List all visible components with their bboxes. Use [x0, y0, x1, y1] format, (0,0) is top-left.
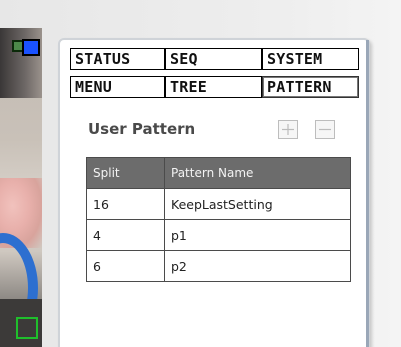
- table-row[interactable]: 16 KeepLastSetting: [86, 188, 351, 220]
- pattern-name-cell: p1: [164, 219, 351, 251]
- tab-pattern[interactable]: PATTERN: [262, 76, 359, 98]
- split-cell: 6: [86, 250, 165, 282]
- split-cell: 16: [86, 188, 165, 220]
- camera-preview: [0, 28, 42, 347]
- tab-seq[interactable]: SEQ: [165, 48, 262, 70]
- remove-pattern-button[interactable]: [315, 120, 335, 139]
- minus-icon: [319, 128, 331, 131]
- tab-menu[interactable]: MENU: [70, 76, 165, 98]
- app-viewport: STATUS SEQ SYSTEM MENU TREE PATTERN User…: [0, 0, 401, 347]
- column-header-pattern-name[interactable]: Pattern Name: [164, 157, 351, 189]
- tab-status[interactable]: STATUS: [70, 48, 165, 70]
- blue-marker-icon[interactable]: [22, 39, 40, 56]
- table-header-row: Split Pattern Name: [86, 157, 351, 189]
- pattern-name-cell: KeepLastSetting: [164, 188, 351, 220]
- table-row[interactable]: 4 p1: [86, 219, 351, 251]
- plus-icon: [282, 124, 294, 135]
- section-title: User Pattern: [88, 120, 196, 138]
- add-pattern-button[interactable]: [278, 120, 298, 139]
- split-cell: 4: [86, 219, 165, 251]
- tab-tree[interactable]: TREE: [165, 76, 262, 98]
- table-row[interactable]: 6 p2: [86, 250, 351, 282]
- pattern-name-cell: p2: [164, 250, 351, 282]
- tab-system[interactable]: SYSTEM: [262, 48, 359, 70]
- pattern-table: Split Pattern Name 16 KeepLastSetting 4 …: [86, 157, 351, 282]
- column-header-split[interactable]: Split: [86, 157, 165, 189]
- panel-edge: [366, 40, 369, 347]
- green-marker-icon[interactable]: [16, 317, 38, 339]
